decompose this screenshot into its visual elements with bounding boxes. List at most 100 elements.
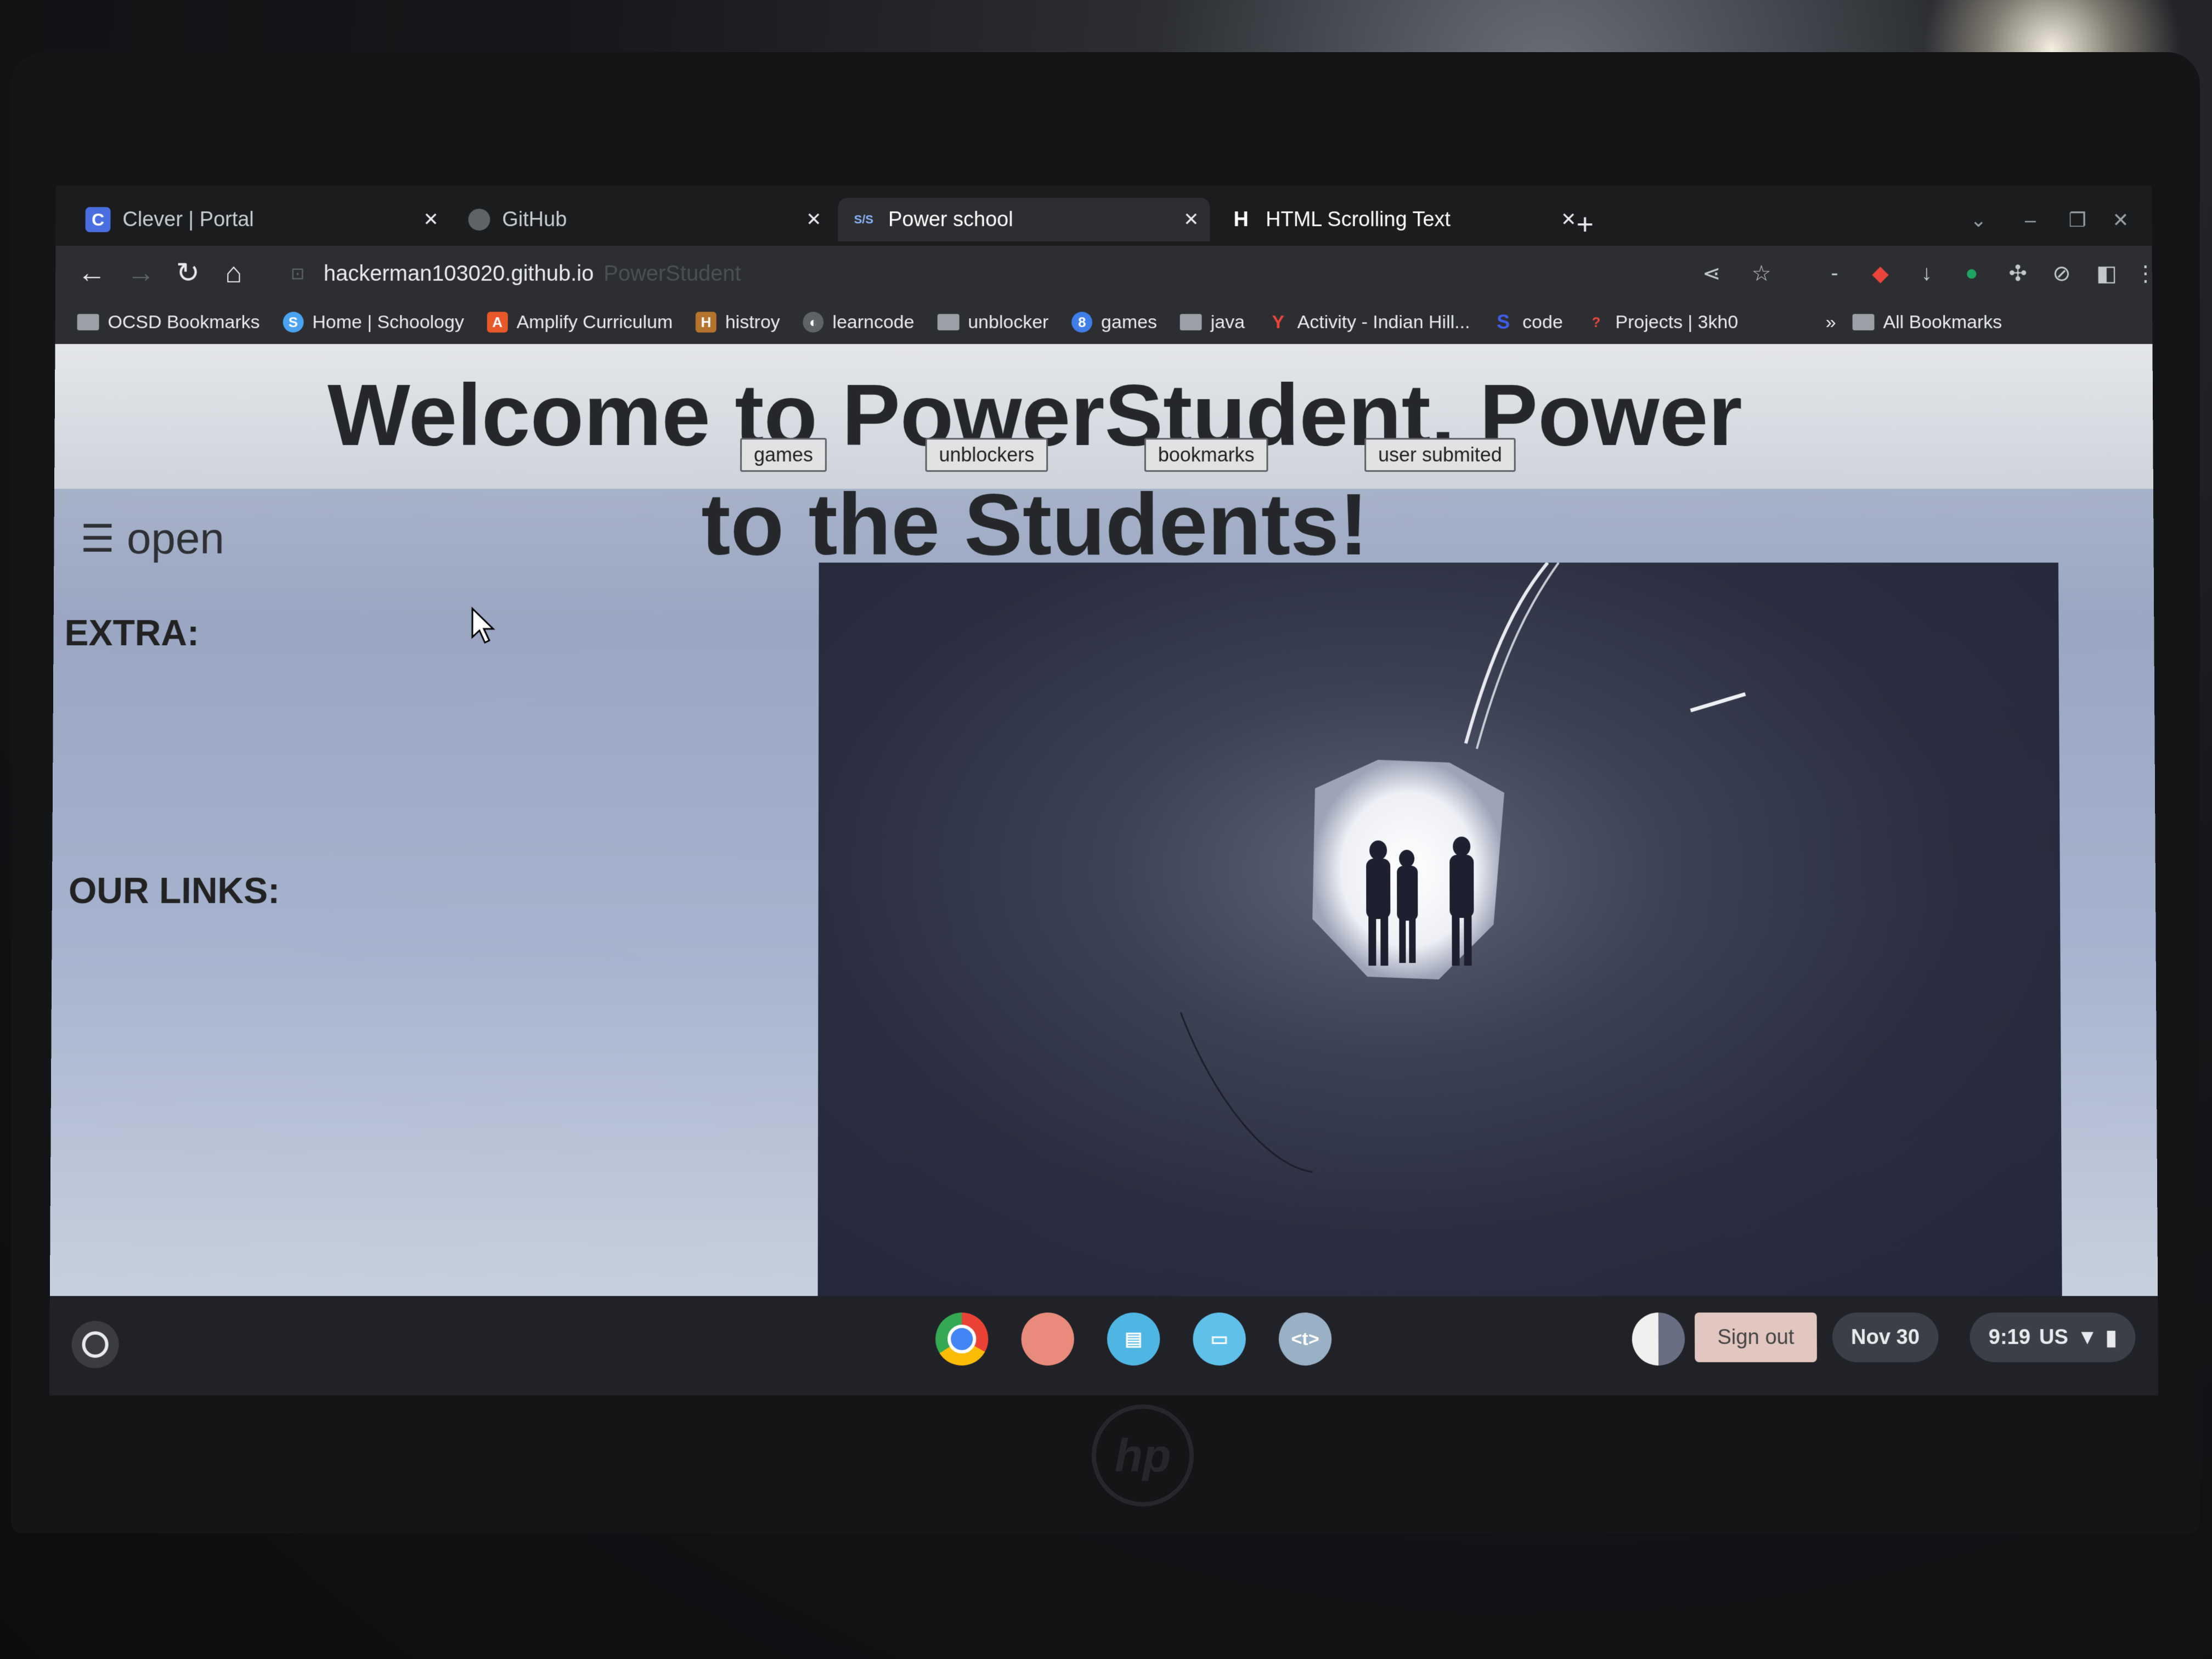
status-tray[interactable]: 9:19 US ▼ ▮: [1970, 1313, 2136, 1363]
url-host: hackerman103020.github.io: [324, 261, 594, 286]
tab-html-scrolling-text[interactable]: H HTML Scrolling Text ✕: [1215, 198, 1587, 242]
bookmark-label: java: [1211, 312, 1245, 333]
tab-power-school[interactable]: S/S Power school ✕: [838, 198, 1210, 242]
bookmark-label: OCSD Bookmarks: [108, 312, 259, 333]
share-icon[interactable]: ⋖: [1702, 261, 1721, 286]
bookmarks-bar: OCSD Bookmarks S Home | Schoology A Ampl…: [55, 300, 2153, 344]
files-app-icon[interactable]: ▭: [1193, 1313, 1245, 1366]
bookmark-java[interactable]: java: [1180, 312, 1245, 333]
projects-icon: ?: [1586, 312, 1607, 332]
tab-label: GitHub: [502, 208, 567, 232]
nav-unblockers-button[interactable]: unblockers: [926, 438, 1048, 472]
date-pill[interactable]: Nov 30: [1832, 1313, 1939, 1363]
clever-icon: C: [85, 207, 110, 232]
bookmark-projects[interactable]: ? Projects | 3kh0: [1586, 312, 1739, 333]
window-close-icon[interactable]: ✕: [2112, 208, 2129, 232]
folder-icon: [1853, 314, 1875, 330]
all-bookmarks-button[interactable]: All Bookmarks: [1853, 312, 2002, 333]
restore-icon[interactable]: ❐: [2069, 208, 2086, 232]
screen: C Clever | Portal ✕ GitHub ✕ S/S Power s…: [49, 186, 2158, 1396]
reload-icon[interactable]: ↻: [176, 257, 200, 290]
address-bar[interactable]: ⊡ hackerman103020.github.io PowerStudent: [291, 256, 1669, 292]
text-app-icon[interactable]: <t>: [1279, 1313, 1331, 1366]
canvas-app-icon[interactable]: [1022, 1313, 1074, 1366]
hp-logo: hp: [1092, 1404, 1194, 1506]
bookmark-label: Activity - Indian Hill...: [1297, 312, 1470, 333]
tunnel-hero-image: [818, 563, 2062, 1296]
side-panel-icon[interactable]: ◧: [2096, 261, 2117, 286]
close-icon[interactable]: ✕: [806, 208, 821, 230]
site-info-icon[interactable]: ⊡: [291, 264, 304, 283]
forward-arrow-icon[interactable]: →: [127, 257, 155, 290]
folder-icon: [937, 314, 959, 330]
bookmark-label: histroy: [725, 312, 780, 333]
new-tab-button[interactable]: +: [1576, 207, 1594, 241]
history-icon: H: [696, 312, 716, 332]
more-bookmarks-button[interactable]: »: [1826, 312, 1836, 333]
back-arrow-icon[interactable]: ←: [77, 257, 106, 290]
sync-icon[interactable]: ⊘: [2052, 261, 2071, 286]
tab-label: HTML Scrolling Text: [1266, 208, 1451, 232]
folder-icon: [77, 314, 99, 330]
news-app-icon[interactable]: ▤: [1107, 1313, 1160, 1366]
bookmark-label: games: [1101, 312, 1157, 333]
h-icon: H: [1228, 207, 1254, 232]
globe-icon: ◐: [803, 312, 824, 332]
bookmark-games[interactable]: 8 games: [1071, 312, 1157, 333]
home-icon[interactable]: ⌂: [225, 257, 242, 290]
bookmark-code[interactable]: S code: [1493, 312, 1563, 333]
bookmark-activity[interactable]: Y Activity - Indian Hill...: [1268, 312, 1470, 333]
bookmark-label: learncode: [833, 312, 915, 333]
powerschool-icon: S/S: [851, 207, 876, 232]
bookmark-label: Home | Schoology: [312, 312, 464, 333]
tab-label: Clever | Portal: [122, 208, 254, 232]
bookmark-learncode[interactable]: ◐ learncode: [803, 312, 915, 333]
grammarly-icon[interactable]: ●: [1965, 261, 1978, 286]
hamburger-icon: ☰: [80, 516, 115, 561]
our-links-heading: OUR LINKS:: [69, 870, 280, 911]
nav-bookmarks-button[interactable]: bookmarks: [1144, 438, 1268, 472]
open-label: open: [127, 514, 224, 564]
bookmark-schoology[interactable]: S Home | Schoology: [283, 312, 464, 333]
launcher-circle-icon: [82, 1331, 108, 1358]
bookmark-label: Amplify Curriculum: [517, 312, 673, 333]
download-icon[interactable]: ↓: [1921, 261, 1932, 286]
bookmark-histroy[interactable]: H histroy: [696, 312, 780, 333]
user-avatar[interactable]: [1632, 1313, 1685, 1366]
mouse-cursor-icon: [470, 606, 498, 645]
tab-strip: C Clever | Portal ✕ GitHub ✕ S/S Power s…: [56, 186, 2152, 246]
bookmark-unblocker[interactable]: unblocker: [937, 312, 1048, 333]
extension-red-icon[interactable]: ◆: [1872, 261, 1889, 286]
wifi-icon: ▼: [2077, 1325, 2098, 1349]
launcher-button[interactable]: [71, 1321, 119, 1368]
chromeos-shelf: ▤ ▭ <t> Sign out Nov 30 9:19 US ▼ ▮: [49, 1296, 2158, 1395]
games-icon: 8: [1071, 312, 1092, 332]
tab-github[interactable]: GitHub ✕: [455, 198, 832, 242]
extra-heading: EXTRA:: [64, 612, 199, 653]
close-icon[interactable]: ✕: [423, 208, 439, 230]
github-icon: [468, 208, 490, 230]
bookmark-ocsd[interactable]: OCSD Bookmarks: [77, 312, 260, 333]
nav-games-button[interactable]: games: [740, 438, 827, 472]
sidebar-open-button[interactable]: ☰ open: [80, 514, 224, 564]
extension-dash-icon[interactable]: -: [1831, 261, 1838, 286]
chrome-app-icon[interactable]: [935, 1313, 988, 1366]
sign-out-button[interactable]: Sign out: [1695, 1313, 1817, 1363]
bookmark-star-icon[interactable]: ☆: [1752, 261, 1771, 286]
close-icon[interactable]: ✕: [1183, 208, 1199, 230]
bookmark-label: unblocker: [968, 312, 1048, 333]
close-icon[interactable]: ✕: [1561, 208, 1577, 230]
extensions-puzzle-icon[interactable]: ✣: [2008, 261, 2027, 286]
chevron-double-right-icon: »: [1826, 312, 1836, 333]
date-text: Nov 30: [1851, 1325, 1920, 1349]
nav-user-submited-button[interactable]: user submited: [1364, 438, 1516, 472]
folder-icon: [1180, 314, 1202, 330]
minimize-icon[interactable]: –: [2025, 208, 2036, 232]
tab-search-icon[interactable]: ⌄: [1970, 208, 1987, 232]
bookmark-label: All Bookmarks: [1883, 312, 2002, 333]
tab-clever[interactable]: C Clever | Portal ✕: [72, 198, 449, 242]
tunnel-silhouettes-illustration: [818, 563, 2062, 1296]
bookmark-amplify[interactable]: A Amplify Curriculum: [487, 312, 673, 333]
clock-text: 9:19: [1989, 1325, 2030, 1349]
amplify-icon: A: [487, 312, 508, 332]
